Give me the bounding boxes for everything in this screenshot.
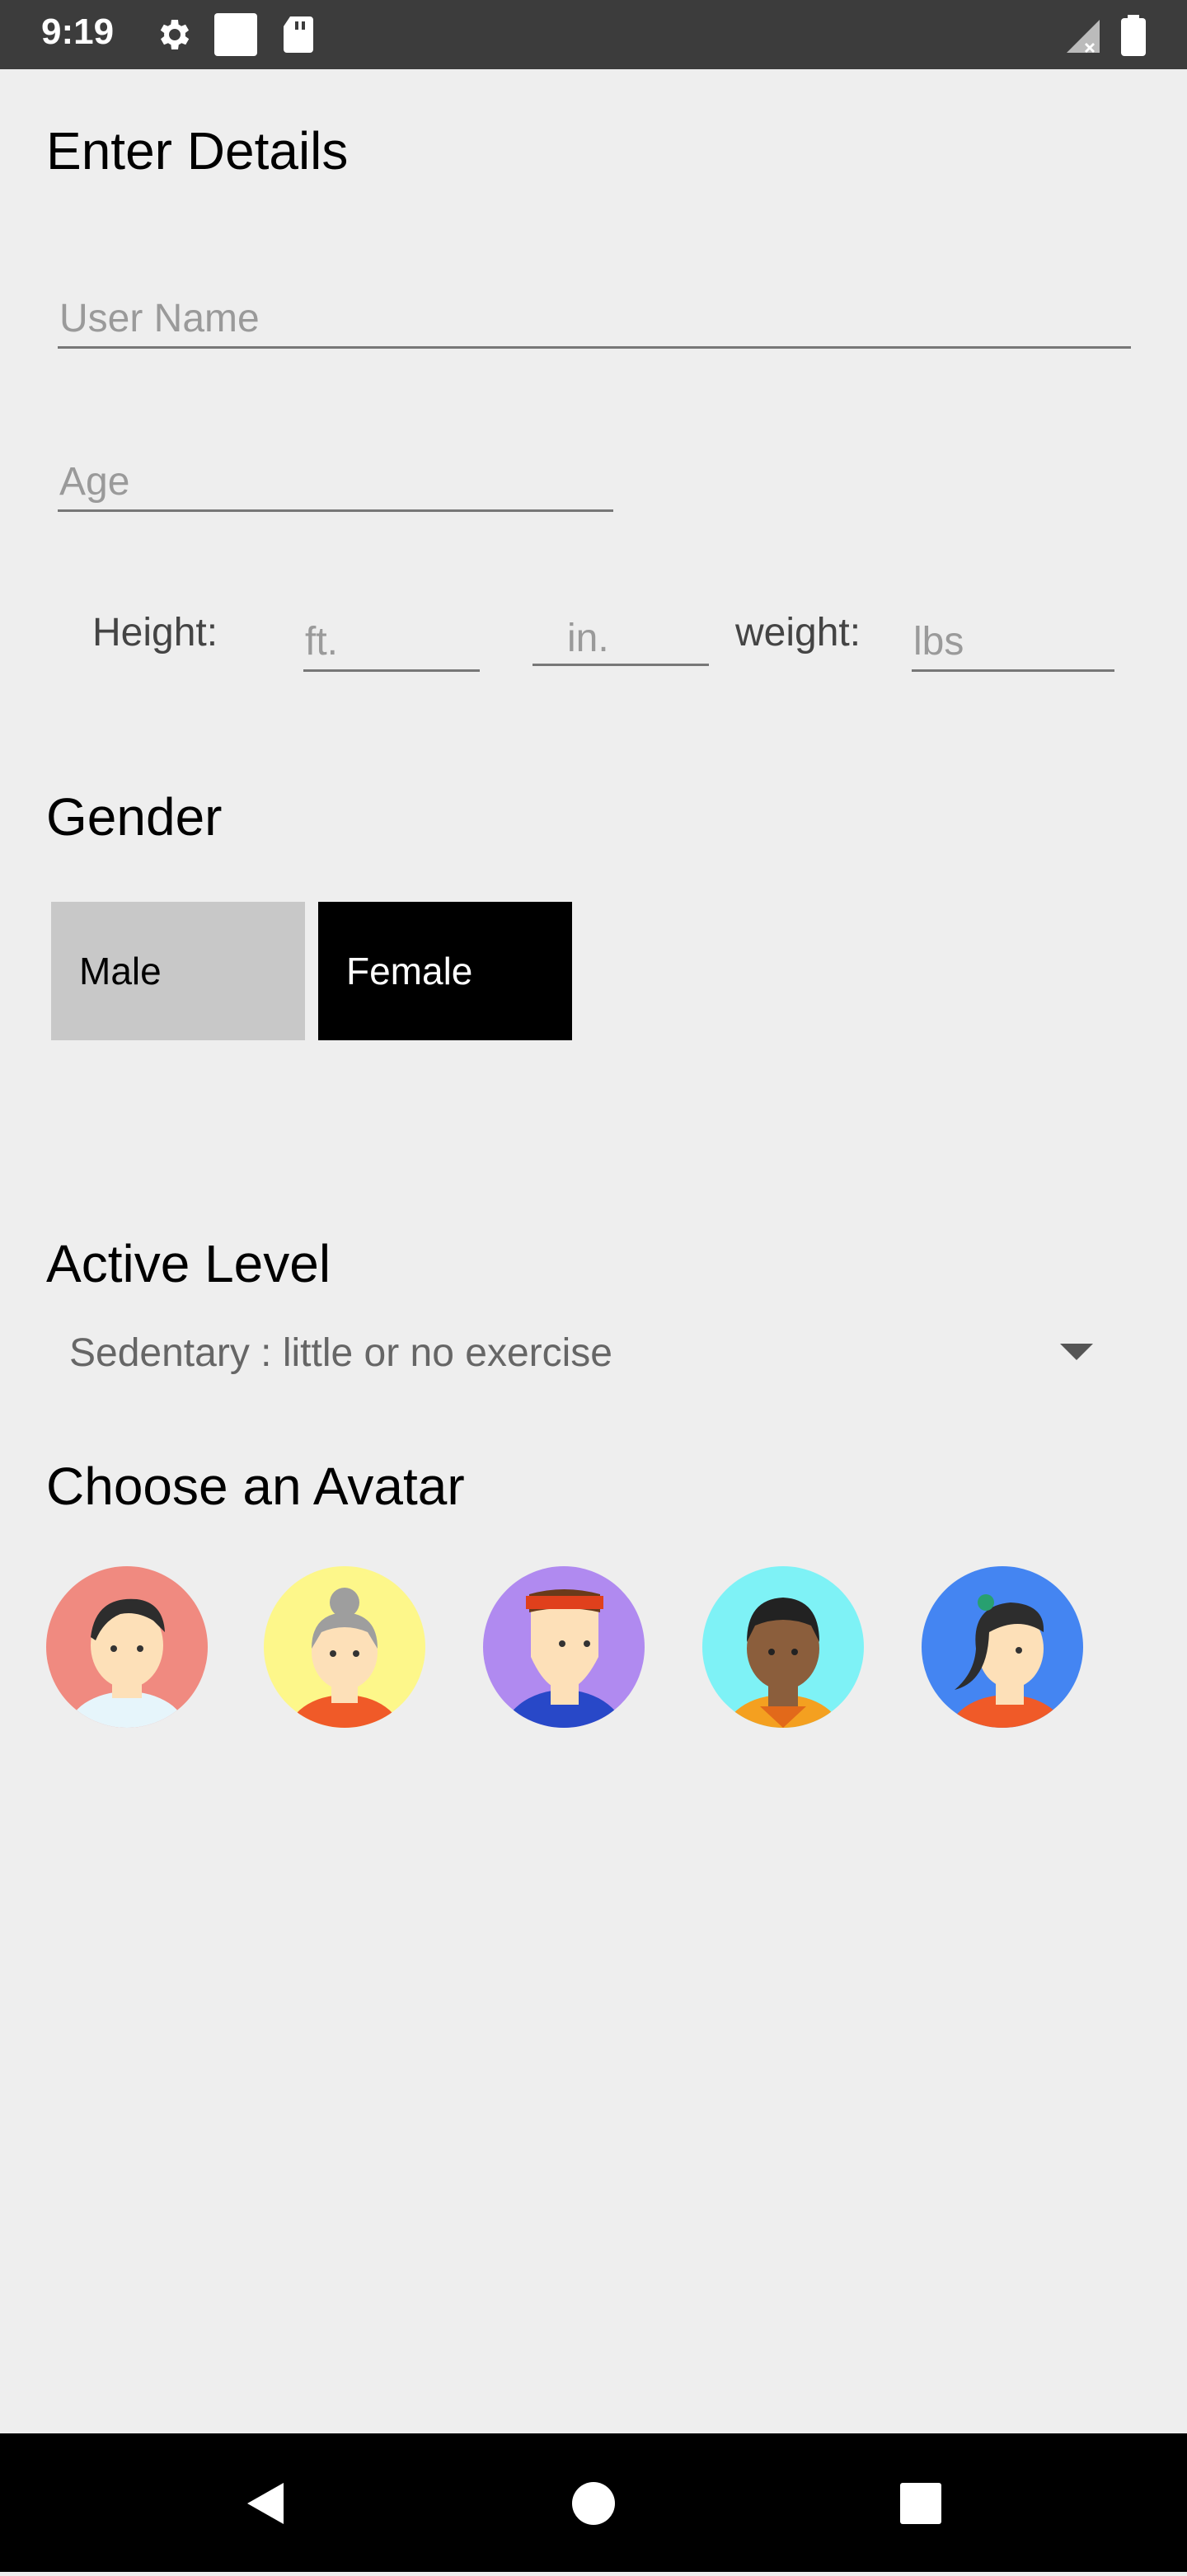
girl-avatar-icon (949, 1594, 1066, 1728)
boy-avatar-icon (68, 1598, 186, 1728)
avatar-option-1[interactable] (46, 1566, 208, 1728)
weight-label: weight: (735, 611, 861, 655)
settings-icon (160, 20, 190, 49)
active-level-value: Sedentary : little or no exercise (69, 1331, 612, 1375)
signal-icon (1067, 20, 1100, 53)
chevron-down-icon (1060, 1344, 1093, 1360)
sd-card-icon (284, 16, 313, 53)
page-title: Enter Details (46, 121, 349, 181)
avatar-option-2[interactable] (264, 1566, 425, 1728)
height-label: Height: (92, 611, 218, 655)
recents-button[interactable] (872, 2433, 971, 2572)
man-avatar-icon (725, 1598, 842, 1728)
back-button[interactable] (214, 2433, 313, 2572)
height-feet-input[interactable] (303, 617, 480, 672)
gender-male-button[interactable]: Male (51, 902, 305, 1040)
recents-icon (900, 2483, 941, 2524)
status-bar: 9:19 (0, 0, 1187, 69)
home-button[interactable] (544, 2433, 643, 2572)
navigation-bar (0, 2433, 1187, 2572)
athlete-avatar-icon (503, 1589, 625, 1728)
gender-female-button[interactable]: Female (318, 902, 572, 1040)
avatar-option-4[interactable] (702, 1566, 864, 1728)
grandma-avatar-icon (288, 1588, 401, 1728)
gender-heading: Gender (46, 787, 223, 847)
status-time: 9:19 (41, 12, 115, 52)
weight-input[interactable] (912, 617, 1114, 672)
height-inches-input[interactable] (533, 617, 709, 666)
home-icon (572, 2482, 615, 2525)
age-input[interactable] (58, 457, 613, 512)
active-level-dropdown[interactable]: Sedentary : little or no exercise (46, 1319, 1118, 1391)
notification-icon (214, 13, 257, 56)
avatar-heading: Choose an Avatar (46, 1457, 465, 1516)
battery-icon (1121, 15, 1146, 56)
active-level-heading: Active Level (46, 1234, 331, 1293)
username-input[interactable] (58, 293, 1131, 349)
avatar-option-5[interactable] (922, 1566, 1083, 1728)
back-icon (247, 2483, 284, 2524)
avatar-option-3[interactable] (483, 1566, 645, 1728)
